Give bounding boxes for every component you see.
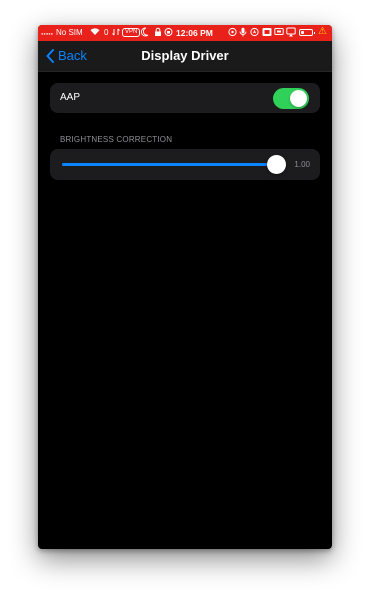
toggle-knob <box>290 90 307 107</box>
sync-icon <box>112 27 120 39</box>
screen-record-icon <box>262 27 272 39</box>
brightness-correction-row: 1.00 <box>50 149 320 180</box>
aap-setting-row: AAP <box>50 83 320 113</box>
location-icon <box>250 27 259 39</box>
slider-fill <box>62 163 276 166</box>
aap-label: AAP <box>60 92 81 103</box>
carrier-label: No SIM <box>56 28 83 37</box>
do-not-disturb-icon <box>140 27 149 39</box>
battery-icon <box>299 29 315 36</box>
screen-mirroring-icon <box>274 27 284 39</box>
navigation-bar: Back Display Driver <box>38 41 332 72</box>
airplay-icon <box>286 27 296 39</box>
brightness-slider[interactable] <box>62 155 286 174</box>
vpn-badge: VPN <box>122 28 141 37</box>
warning-icon: ⚠ <box>318 26 327 37</box>
aap-toggle[interactable] <box>273 88 309 109</box>
cellular-data-icon <box>228 27 237 39</box>
signal-strength-icon: ●●●●● <box>41 31 54 36</box>
brightness-correction-header: BRIGHTNESS CORRECTION <box>60 135 173 144</box>
brightness-value: 1.00 <box>294 160 310 169</box>
device-screen: ●●●●● No SIM 0 VPN 12:06 PM ⚠ Back Displ… <box>38 25 332 549</box>
lock-icon <box>154 27 162 39</box>
status-time: 12:06 PM <box>176 28 213 38</box>
wifi-icon <box>90 27 100 38</box>
network-count: 0 <box>104 28 109 37</box>
slider-thumb[interactable] <box>266 155 286 174</box>
status-bar: ●●●●● No SIM 0 VPN 12:06 PM ⚠ <box>38 25 332 41</box>
rotation-lock-icon <box>164 27 173 39</box>
microphone-icon <box>239 27 247 39</box>
page-title: Display Driver <box>141 48 229 63</box>
